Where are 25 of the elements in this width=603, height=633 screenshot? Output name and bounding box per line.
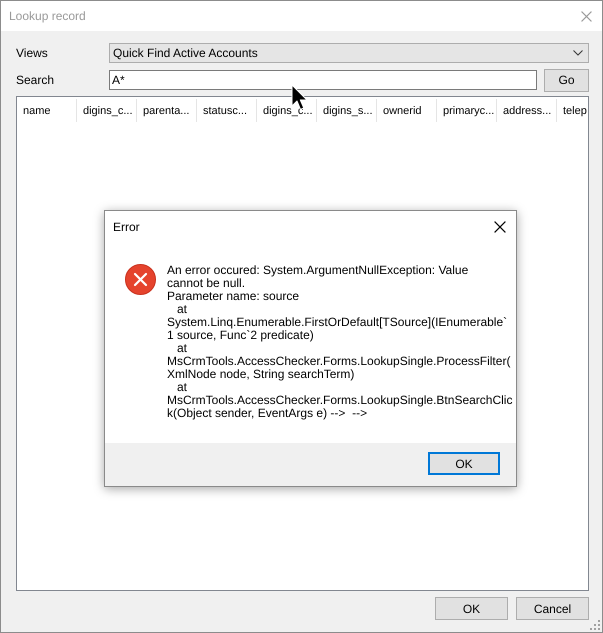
column-header[interactable]: digins_c...: [77, 99, 137, 122]
chevron-down-icon: [573, 50, 583, 56]
error-icon: [125, 264, 156, 295]
column-header[interactable]: address...: [497, 99, 557, 122]
column-header[interactable]: parenta...: [137, 99, 197, 122]
cancel-button[interactable]: Cancel: [516, 597, 589, 620]
column-header[interactable]: telep: [557, 99, 588, 122]
dialog-title: Error: [113, 220, 140, 234]
dropdown-value: Quick Find Active Accounts: [113, 46, 258, 60]
column-header[interactable]: digins_s...: [317, 99, 377, 122]
error-message: An error occured: System.ArgumentNullException: Value cannot be null. Parameter name: source at System.Linq.Enumerable.FirstOrDefault[TSource](IEnumerable` 1 source, Func`2 predicate) at MsCrmTools.AccessChecker.Forms.LookupSingle.ProcessFilter( XmlNode node, String searchTerm) at MsCrmTools.AccessChecker.Forms.LookupSingle.BtnSearchClic k(Object sender, EventArgs e) --> -->: [167, 264, 512, 420]
ok-button[interactable]: OK: [428, 452, 500, 475]
column-header[interactable]: ownerid: [377, 99, 437, 122]
views-dropdown[interactable]: Quick Find Active Accounts: [109, 43, 589, 63]
column-header[interactable]: primaryc...: [437, 99, 497, 122]
search-field[interactable]: A*: [109, 70, 537, 90]
column-header[interactable]: name: [17, 99, 77, 122]
views-label: Views: [16, 46, 49, 60]
search-label: Search: [16, 73, 56, 87]
size-grip-icon[interactable]: [590, 620, 600, 630]
column-header[interactable]: statusc...: [197, 99, 257, 122]
ok-button[interactable]: OK: [435, 597, 508, 620]
go-button[interactable]: Go: [544, 68, 589, 92]
window-title: Lookup record: [9, 9, 86, 23]
close-icon[interactable]: [494, 220, 506, 232]
